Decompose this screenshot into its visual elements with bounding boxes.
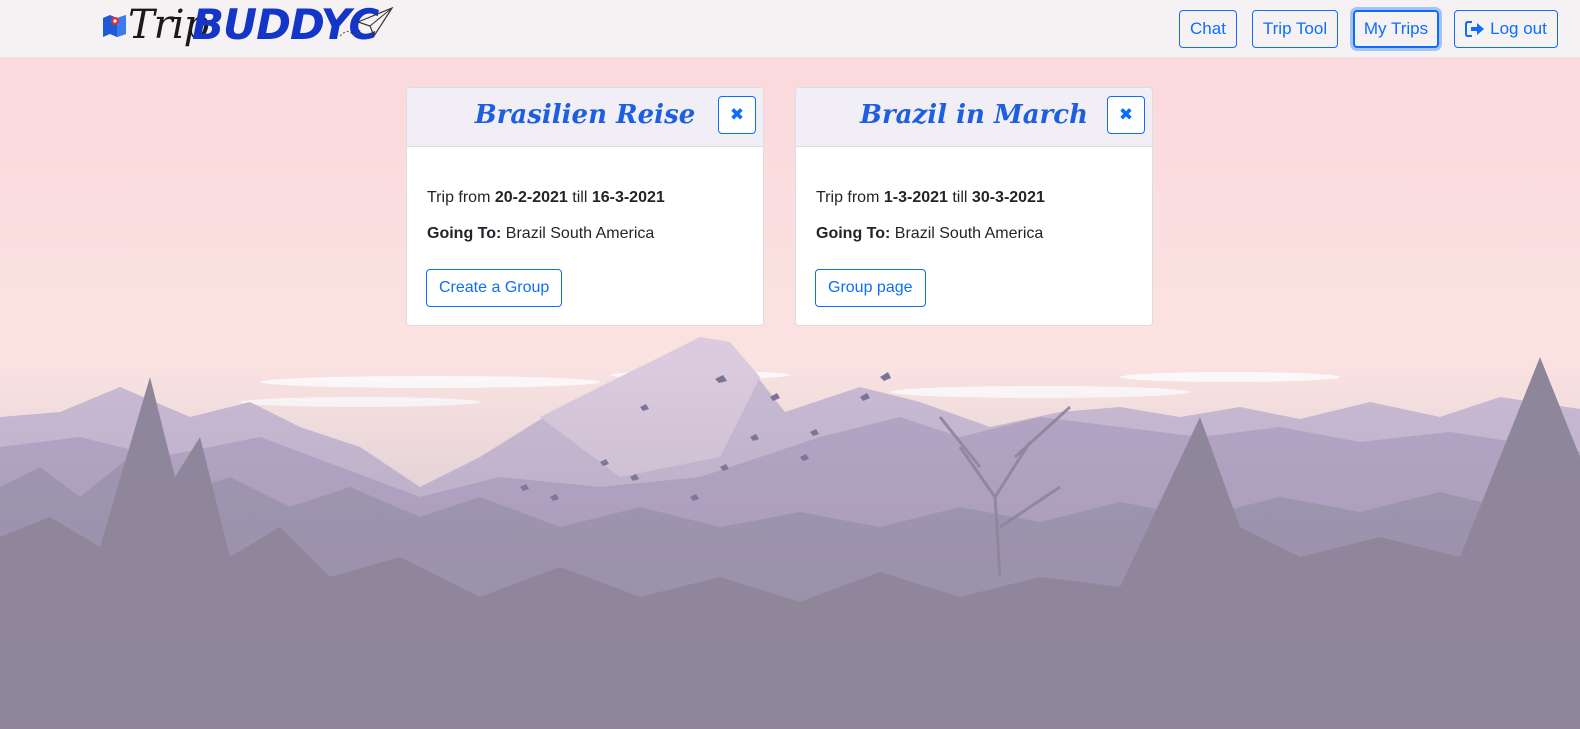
group-page-button[interactable]: Group page: [815, 269, 926, 307]
trip-start-date: 1-3-2021: [883, 189, 948, 206]
tripbuddy-logo[interactable]: Trip BUDDYC: [102, 0, 402, 54]
destination-value: Brazil South America: [894, 225, 1044, 242]
trip-dates: Trip from 1-3-2021 till 30-3-2021: [816, 189, 1045, 207]
trip-dates: Trip from 20-2-2021 till 16-3-2021: [427, 189, 665, 207]
nav-logout-button[interactable]: Log out: [1454, 10, 1558, 48]
create-group-button[interactable]: Create a Group: [426, 269, 563, 307]
trip-till-label: till: [952, 189, 968, 206]
trip-title: Brazil in March: [860, 100, 1088, 130]
logout-label: Log out: [1490, 19, 1547, 38]
sign-out-icon: [1465, 21, 1485, 37]
nav-trip-tool-button[interactable]: Trip Tool: [1252, 10, 1338, 48]
trip-till-label: till: [572, 189, 588, 206]
background-landscape: [0, 57, 1580, 729]
trip-card-header: Brazil in March ✖: [796, 88, 1152, 147]
top-navbar: Trip BUDDYC Chat Trip Tool My Trips Log …: [0, 0, 1580, 58]
paper-plane-icon: [339, 6, 394, 38]
going-to-label: Going To:: [427, 225, 502, 242]
nav-my-trips-button[interactable]: My Trips: [1353, 10, 1439, 48]
nav-chat-button[interactable]: Chat: [1179, 10, 1237, 48]
trip-from-label: Trip from: [816, 189, 880, 206]
trip-card: Brasilien Reise ✖ Trip from 20-2-2021 ti…: [406, 87, 764, 326]
trip-destination: Going To: Brazil South America: [816, 225, 1043, 243]
delete-trip-button[interactable]: ✖: [718, 96, 756, 134]
trip-card-header: Brasilien Reise ✖: [407, 88, 763, 147]
map-pin-icon: [103, 15, 126, 37]
trip-from-label: Trip from: [427, 189, 491, 206]
delete-trip-button[interactable]: ✖: [1107, 96, 1145, 134]
trip-end-date: 16-3-2021: [591, 189, 665, 206]
destination-value: Brazil South America: [505, 225, 655, 242]
going-to-label: Going To:: [816, 225, 891, 242]
trip-end-date: 30-3-2021: [971, 189, 1045, 206]
trip-card: Brazil in March ✖ Trip from 1-3-2021 til…: [795, 87, 1153, 326]
trip-destination: Going To: Brazil South America: [427, 225, 654, 243]
trip-start-date: 20-2-2021: [494, 189, 568, 206]
trip-title: Brasilien Reise: [474, 100, 696, 130]
